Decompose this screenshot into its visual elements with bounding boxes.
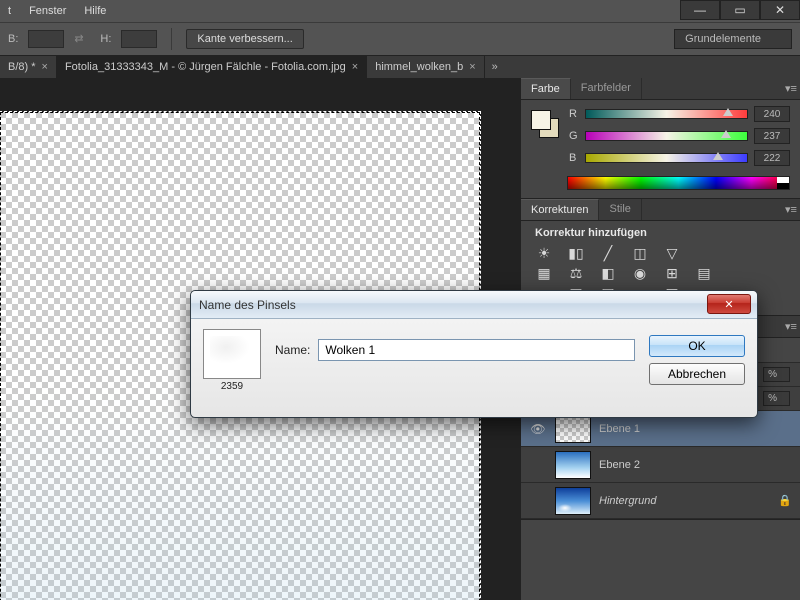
layer-name[interactable]: Ebene 1 (599, 423, 792, 435)
brightness-icon[interactable]: ☀ (535, 245, 553, 261)
dialog-title: Name des Pinsels (199, 298, 296, 312)
menu-fragment[interactable]: t (8, 5, 11, 17)
channel-mixer-icon[interactable]: ⊞ (663, 265, 681, 281)
dialog-close-button[interactable]: ✕ (707, 294, 751, 314)
tab-overflow-button[interactable]: » (485, 56, 505, 78)
bw-icon[interactable]: ◧ (599, 265, 617, 281)
lock-icon[interactable]: 🔒 (778, 494, 792, 507)
photo-filter-icon[interactable]: ◉ (631, 265, 649, 281)
width-field[interactable] (28, 30, 64, 48)
restore-button[interactable]: ▭ (720, 0, 760, 20)
tab-color[interactable]: Farbe (521, 78, 571, 99)
document-tab[interactable]: Fotolia_31333343_M - © Jürgen Fälchle - … (57, 56, 367, 78)
g-value[interactable]: 237 (754, 128, 790, 144)
foreground-background-swatch[interactable] (531, 110, 559, 138)
document-tab[interactable]: B/8) * × (0, 56, 57, 78)
ok-button[interactable]: OK (649, 335, 745, 357)
fill-field[interactable]: % (763, 391, 790, 406)
b-slider[interactable] (585, 153, 748, 163)
opacity-field[interactable]: % (763, 367, 790, 382)
workspace-switcher[interactable]: Grundelemente (674, 29, 792, 49)
g-slider[interactable] (585, 131, 748, 141)
layer-name[interactable]: Ebene 2 (599, 459, 792, 471)
tab-adjustments[interactable]: Korrekturen (521, 199, 599, 220)
brush-name-dialog: Name des Pinsels ✕ 2359 Name: OK Abbrech… (190, 290, 758, 418)
r-value[interactable]: 240 (754, 106, 790, 122)
close-icon[interactable]: × (352, 61, 358, 73)
r-slider[interactable] (585, 109, 748, 119)
b-label: B (569, 152, 579, 164)
tab-swatches[interactable]: Farbfelder (571, 78, 642, 99)
foreground-color-swatch[interactable] (531, 110, 551, 130)
document-tab-label: himmel_wolken_b (375, 61, 463, 73)
workspace-switcher-label: Grundelemente (685, 33, 761, 45)
name-field-label: Name: (275, 343, 310, 357)
refine-edge-button[interactable]: Kante verbessern... (186, 29, 303, 49)
menu-window[interactable]: Fenster (29, 5, 66, 17)
height-field[interactable] (121, 30, 157, 48)
close-icon[interactable]: × (42, 61, 48, 73)
brush-preview-thumbnail (203, 329, 261, 379)
brush-preview: 2359 (203, 329, 261, 392)
color-spectrum[interactable] (567, 176, 790, 190)
layer-row[interactable]: Hintergrund 🔒 (521, 483, 800, 519)
document-tab-label: Fotolia_31333343_M - © Jürgen Fälchle - … (65, 61, 346, 73)
swap-dimensions-icon[interactable]: ⇄ (74, 32, 90, 46)
brush-size-label: 2359 (203, 381, 261, 392)
separator (171, 28, 172, 50)
close-icon[interactable]: × (469, 61, 475, 73)
curves-icon[interactable]: ╱ (599, 245, 617, 261)
close-window-button[interactable]: ✕ (760, 0, 800, 20)
brush-name-input[interactable] (318, 339, 635, 361)
color-balance-icon[interactable]: ⚖ (567, 265, 585, 281)
adjustments-heading: Korrektur hinzufügen (535, 227, 786, 239)
layer-thumbnail[interactable] (555, 487, 591, 515)
layer-name[interactable]: Hintergrund (599, 495, 770, 507)
layer-row[interactable]: Ebene 2 (521, 447, 800, 483)
panel-menu-icon[interactable]: ▾≡ (782, 316, 800, 337)
r-label: R (569, 108, 579, 120)
panel-menu-icon[interactable]: ▾≡ (782, 199, 800, 220)
dialog-titlebar[interactable]: Name des Pinsels ✕ (191, 291, 757, 319)
cancel-button[interactable]: Abbrechen (649, 363, 745, 385)
width-label: B: (8, 33, 18, 45)
levels-icon[interactable]: ▮▯ (567, 245, 585, 261)
g-label: G (569, 130, 579, 142)
height-label: H: (100, 33, 111, 45)
document-tab-bar: B/8) * × Fotolia_31333343_M - © Jürgen F… (0, 56, 800, 78)
exposure-icon[interactable]: ◫ (631, 245, 649, 261)
lookup-icon[interactable]: ▤ (695, 265, 713, 281)
layer-thumbnail[interactable] (555, 451, 591, 479)
minimize-button[interactable]: — (680, 0, 720, 20)
options-bar: B: ⇄ H: Kante verbessern... Grundelement… (0, 22, 800, 56)
panel-menu-icon[interactable]: ▾≡ (782, 78, 800, 99)
bw-ramp[interactable] (777, 177, 789, 189)
b-value[interactable]: 222 (754, 150, 790, 166)
color-panel: Farbe Farbfelder ▾≡ R 240 G 237 (521, 78, 800, 199)
tab-styles[interactable]: Stile (599, 199, 641, 220)
vibrance-icon[interactable]: ▽ (663, 245, 681, 261)
visibility-icon[interactable]: 👁 (529, 422, 547, 436)
document-tab-label: B/8) * (8, 61, 36, 73)
document-tab[interactable]: himmel_wolken_b × (367, 56, 484, 78)
hue-sat-icon[interactable]: ▦ (535, 265, 553, 281)
window-controls: — ▭ ✕ (680, 0, 800, 20)
layer-thumbnail[interactable] (555, 415, 591, 443)
menu-help[interactable]: Hilfe (84, 5, 106, 17)
